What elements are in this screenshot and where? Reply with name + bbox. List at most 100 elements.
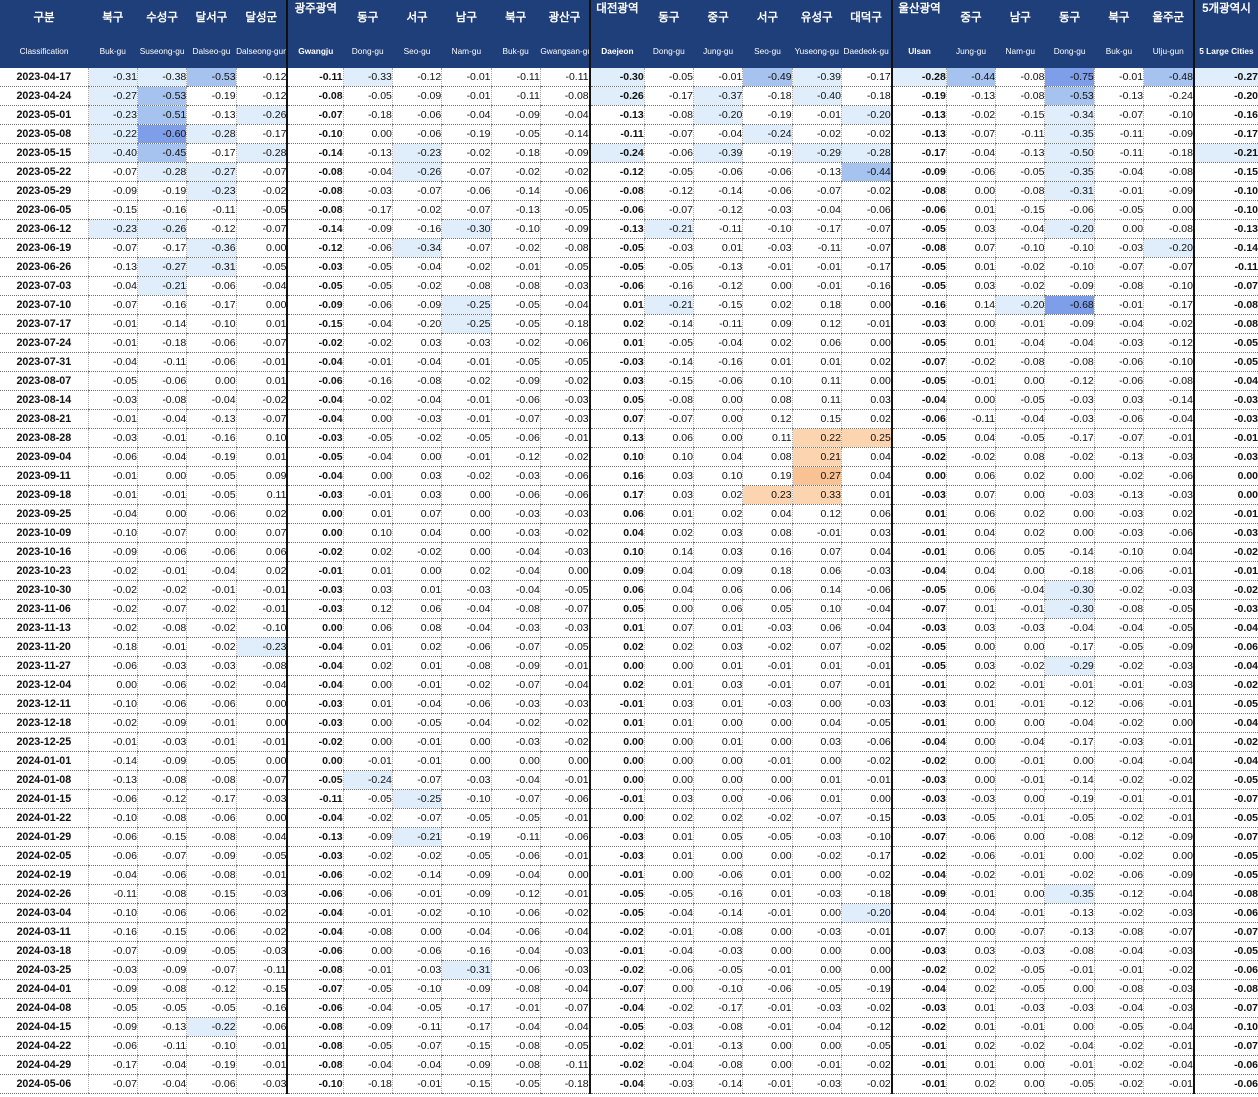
- table-cell-dalseo-gu: -0.19: [186, 447, 237, 467]
- table-cell-suseong-gu: -0.07: [136, 599, 187, 619]
- table-cell-nam-gu: 0.00: [441, 542, 491, 562]
- table-cell-gwangsan-gu: -0.05: [539, 1036, 590, 1056]
- table-cell-gwangju: -0.03: [286, 257, 344, 277]
- table-cell-nam-gu: -0.02: [995, 257, 1045, 277]
- table-cell-5-large-cities: -0.07: [1192, 789, 1258, 809]
- table-cell-jung-gu: -0.08: [692, 1055, 743, 1075]
- table-cell-jung-gu: -0.12: [692, 200, 743, 220]
- table-cell-nam-gu: -0.04: [995, 732, 1045, 752]
- table-cell-dong-gu: -0.05: [342, 86, 393, 106]
- table-cell-5-large-cities: -0.02: [1192, 732, 1258, 752]
- row-date: 2023-10-30: [0, 580, 89, 600]
- table-cell-nam-gu: -0.08: [995, 352, 1045, 372]
- table-cell-nam-gu: 0.00: [995, 1074, 1045, 1094]
- table-cell-gwangju: -0.13: [286, 827, 344, 847]
- table-cell-gwangsan-gu: -0.18: [539, 314, 590, 334]
- table-cell-gwangju: -0.04: [286, 352, 344, 372]
- row-date: 2023-05-15: [0, 143, 89, 163]
- table-cell-daedeok-gu: -0.01: [840, 314, 892, 334]
- table-cell-daedeok-gu: -0.04: [840, 618, 892, 638]
- table-cell-dalseong-gun: -0.04: [235, 276, 288, 296]
- table-cell-5-large-cities: -0.05: [1192, 352, 1258, 372]
- table-cell-dalseong-gun: -0.03: [235, 941, 288, 961]
- table-cell-ulsan: -0.19: [890, 86, 947, 106]
- table-cell-5-large-cities: -0.05: [1192, 770, 1258, 790]
- table-cell-ulju-gun: -0.06: [1143, 466, 1194, 486]
- table-cell-ulju-gun: -0.03: [1143, 485, 1194, 505]
- table-cell-nam-gu: -0.06: [441, 694, 491, 714]
- table-cell-jung-gu: 0.06: [945, 504, 996, 524]
- table-cell-daejeon: -0.03: [588, 827, 645, 847]
- table-cell-dong-gu: -0.14: [643, 314, 694, 334]
- header-en-8-nam-gu: Nam-gu: [441, 34, 491, 68]
- table-cell-buk-gu: -0.02: [490, 713, 541, 733]
- table-cell-nam-gu: -0.01: [441, 390, 491, 410]
- table-cell-buk-gu: -0.06: [1093, 352, 1144, 372]
- table-cell-dong-gu: -0.09: [1044, 276, 1095, 296]
- table-cell-seo-gu: -0.01: [742, 1074, 793, 1094]
- table-cell-dong-gu: -0.17: [1044, 732, 1095, 752]
- table-cell-dong-gu: -0.02: [342, 390, 393, 410]
- table-cell-gwangju: -0.10: [286, 1074, 344, 1094]
- table-cell-daejeon: -0.24: [588, 143, 645, 163]
- table-cell-jung-gu: -0.13: [692, 1036, 743, 1056]
- table-cell-ulju-gun: -0.03: [1143, 979, 1194, 999]
- table-cell-gwangju: -0.04: [286, 808, 344, 828]
- table-cell-jung-gu: 0.07: [945, 238, 996, 258]
- table-cell-seo-gu: -0.20: [391, 314, 442, 334]
- table-cell-5-large-cities: -0.04: [1192, 713, 1258, 733]
- table-cell-seo-gu: -0.11: [391, 1017, 442, 1037]
- table-cell-ulsan: 0.00: [890, 466, 947, 486]
- table-cell-nam-gu: -0.10: [441, 903, 491, 923]
- table-cell-seo-gu: -0.02: [391, 903, 442, 923]
- table-cell-nam-gu: -0.02: [995, 1036, 1045, 1056]
- table-cell-jung-gu: 0.00: [692, 789, 743, 809]
- table-cell-jung-gu: -0.06: [692, 371, 743, 391]
- table-cell-suseong-gu: -0.07: [136, 523, 187, 543]
- table-cell-dong-gu: -0.05: [342, 979, 393, 999]
- table-row: 2024-02-05 -0.06 -0.07 -0.09 -0.05 -0.03 -0.02…: [0, 846, 1258, 866]
- table-cell-daejeon: -0.26: [588, 86, 645, 106]
- table-cell-daejeon: 0.01: [588, 618, 645, 638]
- row-date: 2024-02-05: [0, 846, 89, 866]
- table-cell-5-large-cities: -0.02: [1192, 580, 1258, 600]
- table-cell-buk-gu: -0.02: [1093, 1055, 1144, 1075]
- table-cell-dalseong-gun: -0.01: [235, 352, 288, 372]
- table-cell-seo-gu: 0.03: [391, 333, 442, 353]
- table-cell-suseong-gu: -0.09: [136, 713, 187, 733]
- table-cell-ulsan: -0.05: [890, 637, 947, 657]
- table-cell-buk-gu: -0.06: [87, 827, 138, 847]
- table-cell-dong-gu: -0.30: [1044, 580, 1095, 600]
- table-cell-jung-gu: -0.11: [692, 219, 743, 239]
- table-cell-jung-gu: 0.03: [692, 523, 743, 543]
- table-cell-buk-gu: -0.08: [1093, 979, 1144, 999]
- table-cell-buk-gu: -0.08: [490, 276, 541, 296]
- row-date: 2023-08-14: [0, 390, 89, 410]
- table-cell-yuseong-gu: 0.33: [791, 485, 842, 505]
- header-en-2-suseong-gu: Suseong-gu: [137, 34, 187, 68]
- table-cell-dong-gu: 0.00: [643, 770, 694, 790]
- table-cell-dalseo-gu: -0.16: [186, 428, 237, 448]
- table-cell-daejeon: -0.11: [588, 124, 645, 144]
- table-cell-nam-gu: -0.01: [441, 86, 491, 106]
- table-cell-dalseo-gu: -0.22: [186, 1017, 237, 1037]
- table-cell-suseong-gu: -0.06: [136, 903, 187, 923]
- table-cell-ulsan: -0.03: [890, 770, 947, 790]
- table-cell-gwangju: 0.00: [286, 504, 344, 524]
- table-cell-ulju-gun: 0.02: [1143, 504, 1194, 524]
- table-cell-buk-gu: -0.04: [490, 865, 541, 885]
- table-cell-dong-gu: 0.00: [643, 732, 694, 752]
- table-row: 2024-05-06 -0.07 -0.04 -0.06 -0.03 -0.10 -0.18…: [0, 1074, 1258, 1094]
- table-row: 2024-03-04 -0.10 -0.06 -0.06 -0.02 -0.04 -0.01…: [0, 903, 1258, 923]
- table-cell-seo-gu: 0.07: [391, 504, 442, 524]
- header-en-3-dalseo-gu: Dalseo-gu: [186, 34, 237, 68]
- table-cell-gwangsan-gu: -0.05: [539, 352, 590, 372]
- table-cell-jung-gu: 0.03: [692, 542, 743, 562]
- table-cell-jung-gu: -0.01: [945, 884, 996, 904]
- table-cell-daedeok-gu: -0.07: [840, 219, 892, 239]
- table-cell-5-large-cities: -0.04: [1192, 656, 1258, 676]
- table-cell-dalseo-gu: -0.23: [186, 181, 237, 201]
- table-cell-dong-gu: -0.05: [342, 276, 393, 296]
- table-cell-suseong-gu: -0.04: [136, 447, 187, 467]
- table-cell-ulju-gun: -0.03: [1143, 998, 1194, 1018]
